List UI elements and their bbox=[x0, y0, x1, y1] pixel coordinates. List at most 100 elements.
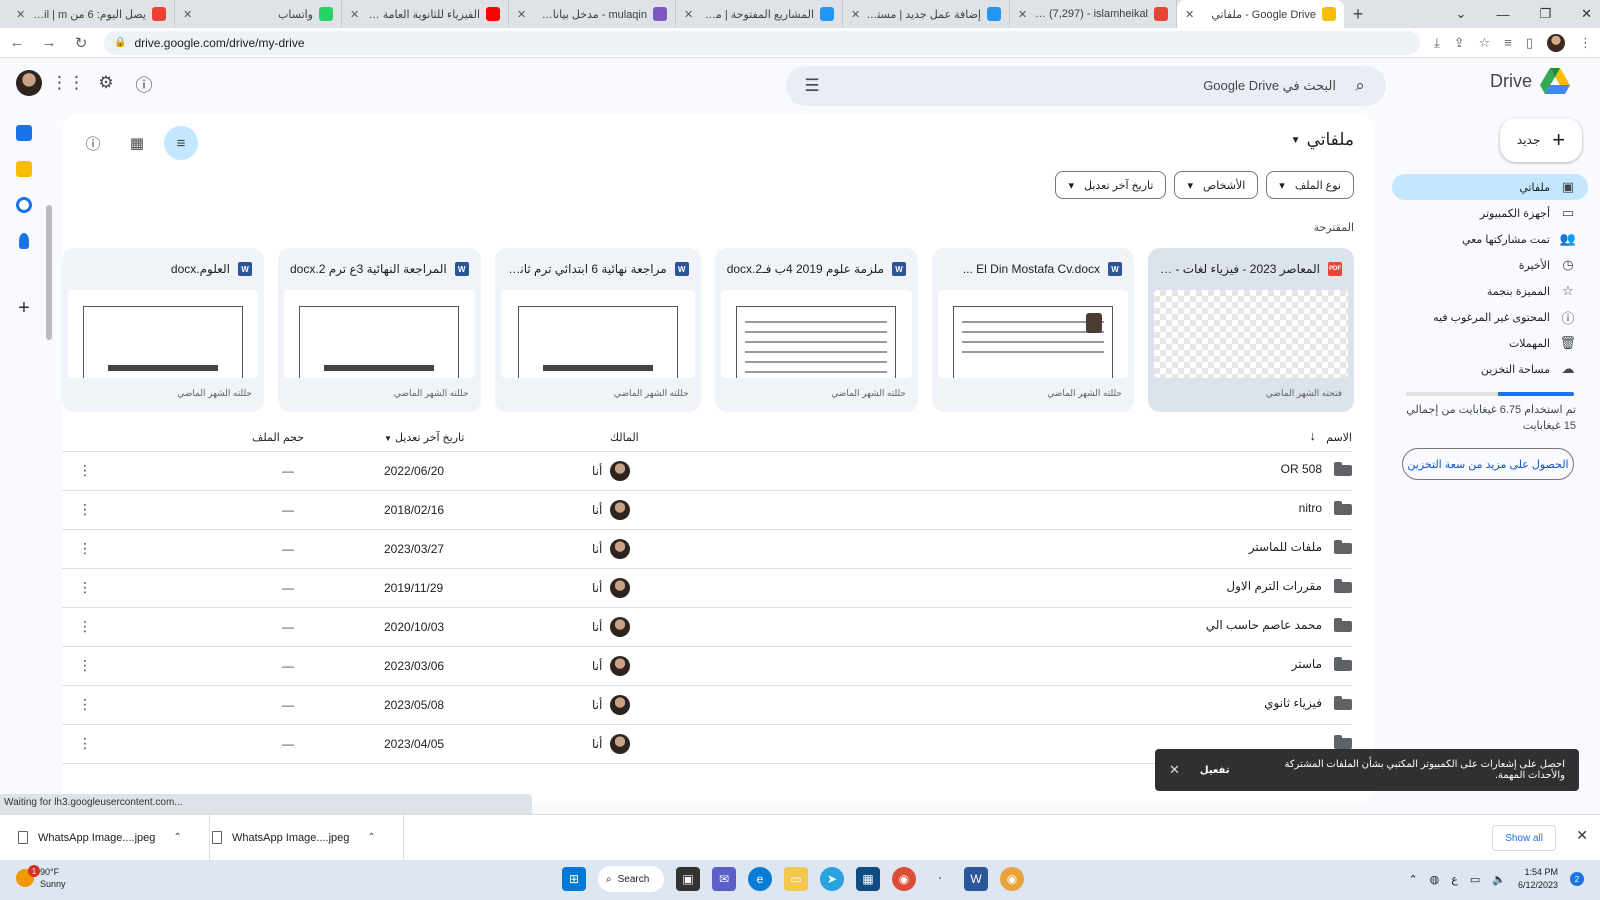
account-avatar[interactable] bbox=[16, 70, 42, 96]
show-all-downloads-button[interactable]: Show all bbox=[1492, 825, 1556, 851]
file-explorer-icon[interactable]: ▭ bbox=[784, 867, 808, 891]
filter-chip[interactable]: الأشخاص ▾ bbox=[1174, 171, 1259, 199]
more-actions-icon[interactable]: ⋮ bbox=[78, 540, 92, 557]
close-icon[interactable]: ✕ bbox=[1169, 762, 1180, 778]
restore-icon[interactable]: ❐ bbox=[1539, 6, 1551, 22]
close-tab-icon[interactable]: ✕ bbox=[183, 8, 192, 21]
contacts-icon[interactable] bbox=[19, 233, 29, 249]
suggested-file-card[interactable]: W العلوم.docx حللته الشهر الماضي bbox=[62, 248, 264, 412]
close-tab-icon[interactable]: ✕ bbox=[16, 8, 25, 21]
grid-view-icon[interactable]: ▦ bbox=[120, 126, 154, 160]
nav-item[interactable]: ☆ المميزة بنجمة bbox=[1392, 278, 1588, 304]
download-item[interactable]: WhatsApp Image....jpeg ⌃ bbox=[16, 814, 210, 861]
col-header-owner[interactable]: المالك bbox=[610, 431, 639, 444]
address-bar[interactable]: 🔒 drive.google.com/drive/my-drive bbox=[104, 30, 1420, 55]
browser-tab[interactable]: Inbox (7,297) - islamheikal ✕ bbox=[1010, 0, 1177, 28]
chevron-up-icon[interactable]: ⌃ bbox=[173, 832, 181, 843]
side-panel-icon[interactable]: ▯ bbox=[1526, 35, 1533, 51]
nav-item[interactable]: 👥 تمت مشاركتها معي bbox=[1392, 226, 1588, 252]
col-header-modified[interactable]: تاريخ آخر تعديل ▼ bbox=[384, 431, 464, 444]
scrollbar[interactable] bbox=[46, 205, 52, 340]
list-view-icon[interactable]: ≡ bbox=[164, 126, 198, 160]
reading-list-icon[interactable]: ≡ bbox=[1504, 35, 1512, 50]
search-input[interactable]: البحث في Google Drive bbox=[836, 78, 1336, 94]
browser-tab[interactable]: واتساب ✕ bbox=[175, 0, 342, 28]
browser-tab[interactable]: mulaqin - مدخل بيانات | بيد ✕ bbox=[509, 0, 676, 28]
more-actions-icon[interactable]: ⋮ bbox=[78, 618, 92, 635]
tasks-icon[interactable] bbox=[16, 197, 32, 213]
apps-grid-icon[interactable]: ⋮⋮ bbox=[51, 71, 85, 95]
more-actions-icon[interactable]: ⋮ bbox=[78, 696, 92, 713]
col-header-size[interactable]: حجم الملف bbox=[252, 431, 304, 444]
close-tab-icon[interactable]: ✕ bbox=[517, 8, 526, 21]
settings-gear-icon[interactable]: ⚙ bbox=[94, 71, 118, 95]
close-icon[interactable]: ✕ bbox=[1576, 827, 1588, 844]
filter-chip[interactable]: نوع الملف ▾ bbox=[1266, 171, 1354, 199]
page-title[interactable]: ملفاتي ▼ bbox=[1291, 130, 1354, 150]
help-icon[interactable]: ⓘ bbox=[132, 71, 156, 95]
close-tab-icon[interactable]: ✕ bbox=[1018, 8, 1027, 21]
more-actions-icon[interactable]: ⋮ bbox=[78, 657, 92, 674]
table-row[interactable]: فيزياء ثانوي أنا 2023/05/08 — ⋮ bbox=[62, 686, 1352, 725]
suggested-file-card[interactable]: PDF المعاصر 2023 - فيزياء لغات - 1 ... فتح… bbox=[1148, 248, 1354, 412]
chevron-up-icon[interactable]: ⌃ bbox=[1408, 873, 1417, 886]
suggested-file-card[interactable]: W المراجعة النهائية 3ع ترم 2.docx حللته ال… bbox=[278, 248, 481, 412]
table-row[interactable]: ملفات للماستر أنا 2023/03/27 — ⋮ bbox=[62, 530, 1352, 569]
weather-widget[interactable]: 1 90°F Sunny bbox=[16, 865, 66, 890]
taskbar-search[interactable]: ⌕ Search bbox=[598, 866, 664, 892]
suggested-file-card[interactable]: W مراجعة نهائية 6 ابتدائي ترم ثاني.x... حل… bbox=[494, 248, 701, 412]
sort-arrow-icon[interactable]: ↓ bbox=[1310, 428, 1317, 443]
profile-avatar[interactable] bbox=[1547, 33, 1565, 52]
details-info-icon[interactable]: ⓘ bbox=[76, 126, 110, 160]
display-icon[interactable]: ▭ bbox=[1470, 873, 1480, 886]
browser-tab[interactable]: إضافة عمل جديد | مستقل ✕ bbox=[843, 0, 1010, 28]
table-row[interactable]: مقررات الترم الاول أنا 2019/11/29 — ⋮ bbox=[62, 569, 1352, 608]
search-bar[interactable]: ⌕ البحث في Google Drive ☰ bbox=[786, 66, 1386, 106]
table-row[interactable]: ماستر أنا 2023/03/06 — ⋮ bbox=[62, 647, 1352, 686]
lock-icon[interactable]: 🔒 bbox=[114, 37, 126, 48]
keep-icon[interactable] bbox=[16, 161, 32, 177]
get-more-storage-button[interactable]: الحصول على مزيد من سعة التخزين bbox=[1402, 448, 1574, 480]
nav-item[interactable]: ▣ ملفاتي bbox=[1392, 174, 1588, 200]
table-row[interactable]: محمد عاصم حاسب الي أنا 2020/10/03 — ⋮ bbox=[62, 608, 1352, 647]
new-tab-button[interactable]: + bbox=[1344, 0, 1372, 28]
teams-chat-icon[interactable]: ✉ bbox=[712, 867, 736, 891]
chevron-up-icon[interactable]: ⌃ bbox=[367, 832, 375, 843]
close-tab-icon[interactable]: ✕ bbox=[350, 8, 359, 21]
forward-icon[interactable]: → bbox=[40, 34, 58, 51]
download-item[interactable]: WhatsApp Image....jpeg ⌃ bbox=[210, 814, 404, 861]
chrome-icon[interactable]: ◉ bbox=[892, 867, 916, 891]
close-tab-icon[interactable]: ✕ bbox=[851, 8, 860, 21]
suggested-file-card[interactable]: W ملزمة علوم 2019 4ب فـ2.docx حللته الشهر … bbox=[714, 248, 919, 412]
word-icon[interactable]: W bbox=[964, 867, 988, 891]
new-button[interactable]: + جديد bbox=[1500, 118, 1582, 162]
back-icon[interactable]: ← bbox=[8, 34, 26, 51]
install-icon[interactable]: ⤓ bbox=[1434, 35, 1440, 51]
chrome-canary-icon[interactable]: ◉ bbox=[1000, 867, 1024, 891]
search-icon[interactable]: ⌕ bbox=[1348, 74, 1372, 98]
calendar-icon[interactable] bbox=[16, 125, 32, 141]
browser-tab[interactable]: المشاريع المفتوحة | مستقل ✕ bbox=[676, 0, 843, 28]
notification-count[interactable]: 2 bbox=[1570, 872, 1584, 886]
col-header-name[interactable]: الاسم bbox=[1326, 431, 1352, 444]
more-actions-icon[interactable]: ⋮ bbox=[78, 501, 92, 518]
minimize-icon[interactable]: — bbox=[1496, 7, 1509, 22]
search-options-icon[interactable]: ☰ bbox=[800, 74, 824, 98]
browser-tab[interactable]: Google Drive - ملفاتي ✕ bbox=[1177, 0, 1344, 28]
nav-item[interactable]: 🗑 المهملات bbox=[1392, 330, 1588, 356]
speaker-icon[interactable]: 🔈 bbox=[1492, 873, 1506, 886]
task-view-icon[interactable]: ▣ bbox=[676, 867, 700, 891]
share-icon[interactable]: ⇪ bbox=[1454, 35, 1465, 51]
language-indicator[interactable]: ع bbox=[1451, 873, 1458, 886]
bookmark-star-icon[interactable]: ☆ bbox=[1479, 35, 1491, 51]
snackbar-enable-button[interactable]: تفعيل bbox=[1200, 765, 1230, 776]
nav-item[interactable]: ◷ الأخيرة bbox=[1392, 252, 1588, 278]
telegram-icon[interactable]: ➤ bbox=[820, 867, 844, 891]
drive-logo[interactable]: Drive bbox=[1490, 68, 1570, 94]
nav-item[interactable]: ⓘ المحتوى غير المرغوب فيه bbox=[1392, 304, 1588, 330]
browser-tab[interactable]: الفيزياء للثانوية العامة 2021 ✕ bbox=[342, 0, 509, 28]
edge-icon[interactable]: e bbox=[748, 867, 772, 891]
store-icon[interactable]: ▦ bbox=[856, 867, 880, 891]
browser-menu-icon[interactable]: ⋮ bbox=[1579, 35, 1592, 51]
suggested-file-card[interactable]: W El Din Mostafa Cv.docx ... حللته الشهر ا… bbox=[932, 248, 1134, 412]
